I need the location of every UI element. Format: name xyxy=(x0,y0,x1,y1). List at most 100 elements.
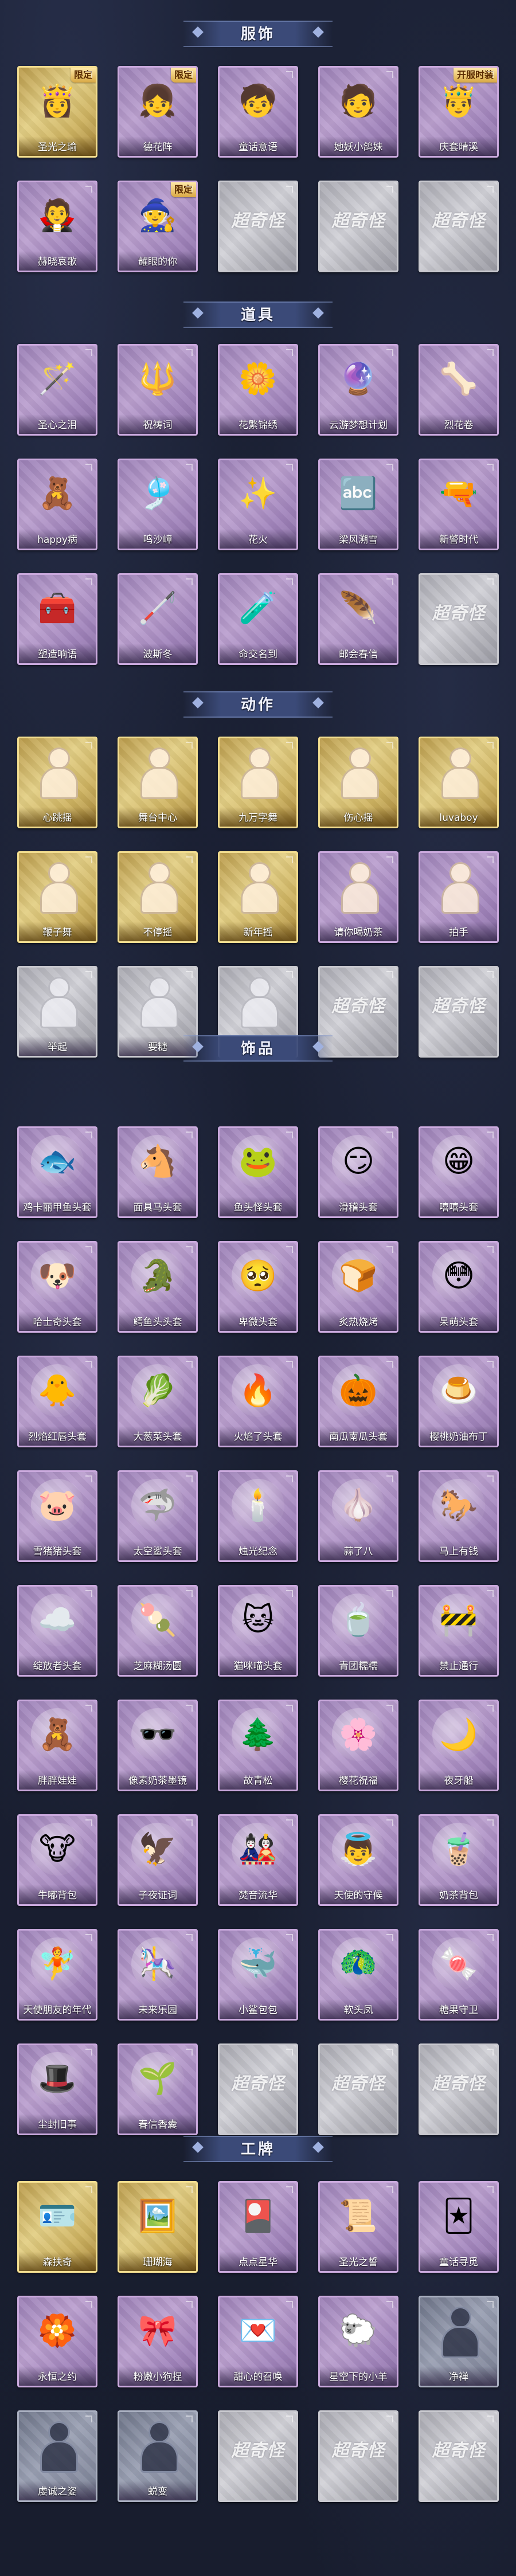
locked-item-card[interactable]: 超奇怪 xyxy=(218,2410,298,2502)
item-card[interactable]: 🎠 未来乐园 xyxy=(118,1929,198,2021)
item-card[interactable]: 👼 天使的守候 xyxy=(318,1814,398,1906)
item-card[interactable]: 🐷 雪猪猪头套 xyxy=(17,1470,97,1562)
item-card[interactable]: 🚧 禁止通行 xyxy=(419,1585,499,1677)
item-card[interactable]: 🐟 鸡卡丽甲鱼头套 xyxy=(17,1126,97,1218)
item-card[interactable]: 🐱 猫咪喵头套 xyxy=(218,1585,298,1677)
item-card[interactable]: 🧚 天使朋友的年代 xyxy=(17,1929,97,2021)
item-card[interactable]: 🌙 夜牙船 xyxy=(419,1700,499,1791)
item-card[interactable]: 🍡 芝麻糊汤圆 xyxy=(118,1585,198,1677)
item-card[interactable]: 鞭子舞 xyxy=(17,851,97,943)
item-card[interactable]: luvaboy xyxy=(419,737,499,828)
item-card[interactable]: 心跳摇 xyxy=(17,737,97,828)
locked-item-card[interactable]: 超奇怪 xyxy=(419,2043,499,2135)
item-card[interactable]: 净禅 xyxy=(419,2296,499,2387)
item-card[interactable]: 🔤 梁风溯雪 xyxy=(318,459,398,550)
locked-item-card[interactable]: 超奇怪 xyxy=(218,2043,298,2135)
item-card[interactable]: 🦅 子夜证词 xyxy=(118,1814,198,1906)
item-card[interactable]: 🐸 鱼头怪头套 xyxy=(218,1126,298,1218)
item-card[interactable]: 🦚 软头凤 xyxy=(318,1929,398,2021)
item-card[interactable]: 👸 限定 圣光之瑜 xyxy=(17,66,97,158)
item-card[interactable]: 🪶 邮会春信 xyxy=(318,573,398,665)
item-card[interactable]: 新年摇 xyxy=(218,851,298,943)
item-card[interactable]: 🧪 命交名到 xyxy=(218,573,298,665)
locked-item-card[interactable]: 超奇怪 xyxy=(419,573,499,665)
item-card[interactable]: 🎩 尘封旧事 xyxy=(17,2043,97,2135)
item-card[interactable]: 🕶️ 像素奶茶墨镜 xyxy=(118,1700,198,1791)
item-card[interactable]: 🧙 限定 耀眼的你 xyxy=(118,181,198,272)
locked-item-card[interactable]: 超奇怪 xyxy=(419,966,499,1058)
locked-item-card[interactable]: 超奇怪 xyxy=(318,2043,398,2135)
item-card[interactable]: 📜 圣光之誓 xyxy=(318,2181,398,2273)
item-card[interactable]: 🪄 圣心之泪 xyxy=(17,344,97,436)
item-card[interactable]: 🥺 卑微头套 xyxy=(218,1241,298,1333)
item-card[interactable]: 蜕变 xyxy=(118,2410,198,2502)
item-card[interactable]: 🌼 花繁锦绣 xyxy=(218,344,298,436)
item-card[interactable]: 🧰 塑造响语 xyxy=(17,573,97,665)
item-card[interactable]: ✨ 花火 xyxy=(218,459,298,550)
item-card[interactable]: 🎃 南瓜南瓜头套 xyxy=(318,1356,398,1447)
item-card[interactable]: 🃏 童话寻觅 xyxy=(419,2181,499,2273)
item-card[interactable]: 🐊 鳄鱼头头套 xyxy=(118,1241,198,1333)
item-card[interactable]: 🐮 牛嘟背包 xyxy=(17,1814,97,1906)
item-card[interactable]: 虔诚之姿 xyxy=(17,2410,97,2502)
item-card[interactable]: 🎀 粉嫩小狗捏 xyxy=(118,2296,198,2387)
item-card[interactable]: 🌸 樱花祝福 xyxy=(318,1700,398,1791)
item-card[interactable]: 🎎 焚音流华 xyxy=(218,1814,298,1906)
item-card[interactable]: 🧒 童话意语 xyxy=(218,66,298,158)
item-card[interactable]: 🎐 鸣沙嶂 xyxy=(118,459,198,550)
item-card[interactable]: 🧛 赫晓哀歌 xyxy=(17,181,97,272)
item-card[interactable]: 拍手 xyxy=(419,851,499,943)
item-card[interactable]: 不停摇 xyxy=(118,851,198,943)
item-card[interactable]: 请你喝奶茶 xyxy=(318,851,398,943)
item-card[interactable]: 🦴 烈花卷 xyxy=(419,344,499,436)
item-card[interactable]: 🤴 开服时装 庆套晴溪 xyxy=(419,66,499,158)
item-card[interactable]: 🔫 新警时代 xyxy=(419,459,499,550)
item-card[interactable]: 🧸 happy病 xyxy=(17,459,97,550)
item-card[interactable]: 💌 甜心的召唤 xyxy=(218,2296,298,2387)
item-card[interactable]: ☁️ 绽放者头套 xyxy=(17,1585,97,1677)
item-card[interactable]: 九万字舞 xyxy=(218,737,298,828)
item-card[interactable]: 伤心摇 xyxy=(318,737,398,828)
item-card[interactable]: 👧 限定 德花阵 xyxy=(118,66,198,158)
item-card[interactable]: 🐑 星空下的小羊 xyxy=(318,2296,398,2387)
locked-item-card[interactable]: 超奇怪 xyxy=(419,2410,499,2502)
item-card[interactable]: 🔱 祝祷词 xyxy=(118,344,198,436)
item-card[interactable]: 🐥 烈焰红唇头套 xyxy=(17,1356,97,1447)
item-card[interactable]: 🦯 波斯冬 xyxy=(118,573,198,665)
character-silhouette-icon xyxy=(135,744,181,799)
item-card[interactable]: 🧑 她妖小鸽妹 xyxy=(318,66,398,158)
item-card[interactable]: 🖼️ 珊瑚海 xyxy=(118,2181,198,2273)
item-card[interactable]: 举起 xyxy=(17,966,97,1058)
item-card[interactable]: 😁 嘻嘻头套 xyxy=(419,1126,499,1218)
locked-item-card[interactable]: 超奇怪 xyxy=(318,181,398,272)
item-card[interactable]: 🧋 奶茶背包 xyxy=(419,1814,499,1906)
item-card[interactable]: 🧸 胖胖娃娃 xyxy=(17,1700,97,1791)
item-card[interactable]: 🕯️ 烛光纪念 xyxy=(218,1470,298,1562)
locked-item-card[interactable]: 超奇怪 xyxy=(218,181,298,272)
locked-item-card[interactable]: 超奇怪 xyxy=(318,2410,398,2502)
item-card[interactable]: 🐎 马上有钱 xyxy=(419,1470,499,1562)
item-art-icon: 🐴 xyxy=(131,1135,184,1188)
item-card[interactable]: 🍞 炙热烧烤 xyxy=(318,1241,398,1333)
item-card[interactable]: 🪪 森扶奇 xyxy=(17,2181,97,2273)
item-card[interactable]: 🔥 火焰了头套 xyxy=(218,1356,298,1447)
item-card[interactable]: 🥬 大葱菜头套 xyxy=(118,1356,198,1447)
item-card[interactable]: 🦈 太空鲨头套 xyxy=(118,1470,198,1562)
silhouette-head xyxy=(148,862,170,884)
item-card[interactable]: 舞台中心 xyxy=(118,737,198,828)
locked-item-card[interactable]: 超奇怪 xyxy=(419,181,499,272)
item-card[interactable]: 🐴 面具马头套 xyxy=(118,1126,198,1218)
item-card[interactable]: 🍵 青团糯糯 xyxy=(318,1585,398,1677)
item-card[interactable]: 🍮 樱桃奶油布丁 xyxy=(419,1356,499,1447)
item-card[interactable]: 🎴 点点星华 xyxy=(218,2181,298,2273)
item-card[interactable]: 😏 滑稽头套 xyxy=(318,1126,398,1218)
item-card[interactable]: 🧄 蒜了八 xyxy=(318,1470,398,1562)
item-card[interactable]: 🐳 小鲨包包 xyxy=(218,1929,298,2021)
item-card[interactable]: 🍬 糖果守卫 xyxy=(419,1929,499,2021)
item-card[interactable]: 😳 呆萌头套 xyxy=(419,1241,499,1333)
item-card[interactable]: 🐶 哈士奇头套 xyxy=(17,1241,97,1333)
item-card[interactable]: 🏵️ 永恒之约 xyxy=(17,2296,97,2387)
item-card[interactable]: 🌲 故青松 xyxy=(218,1700,298,1791)
item-card[interactable]: 🌱 春信香囊 xyxy=(118,2043,198,2135)
item-card[interactable]: 🔮 云游梦想计划 xyxy=(318,344,398,436)
